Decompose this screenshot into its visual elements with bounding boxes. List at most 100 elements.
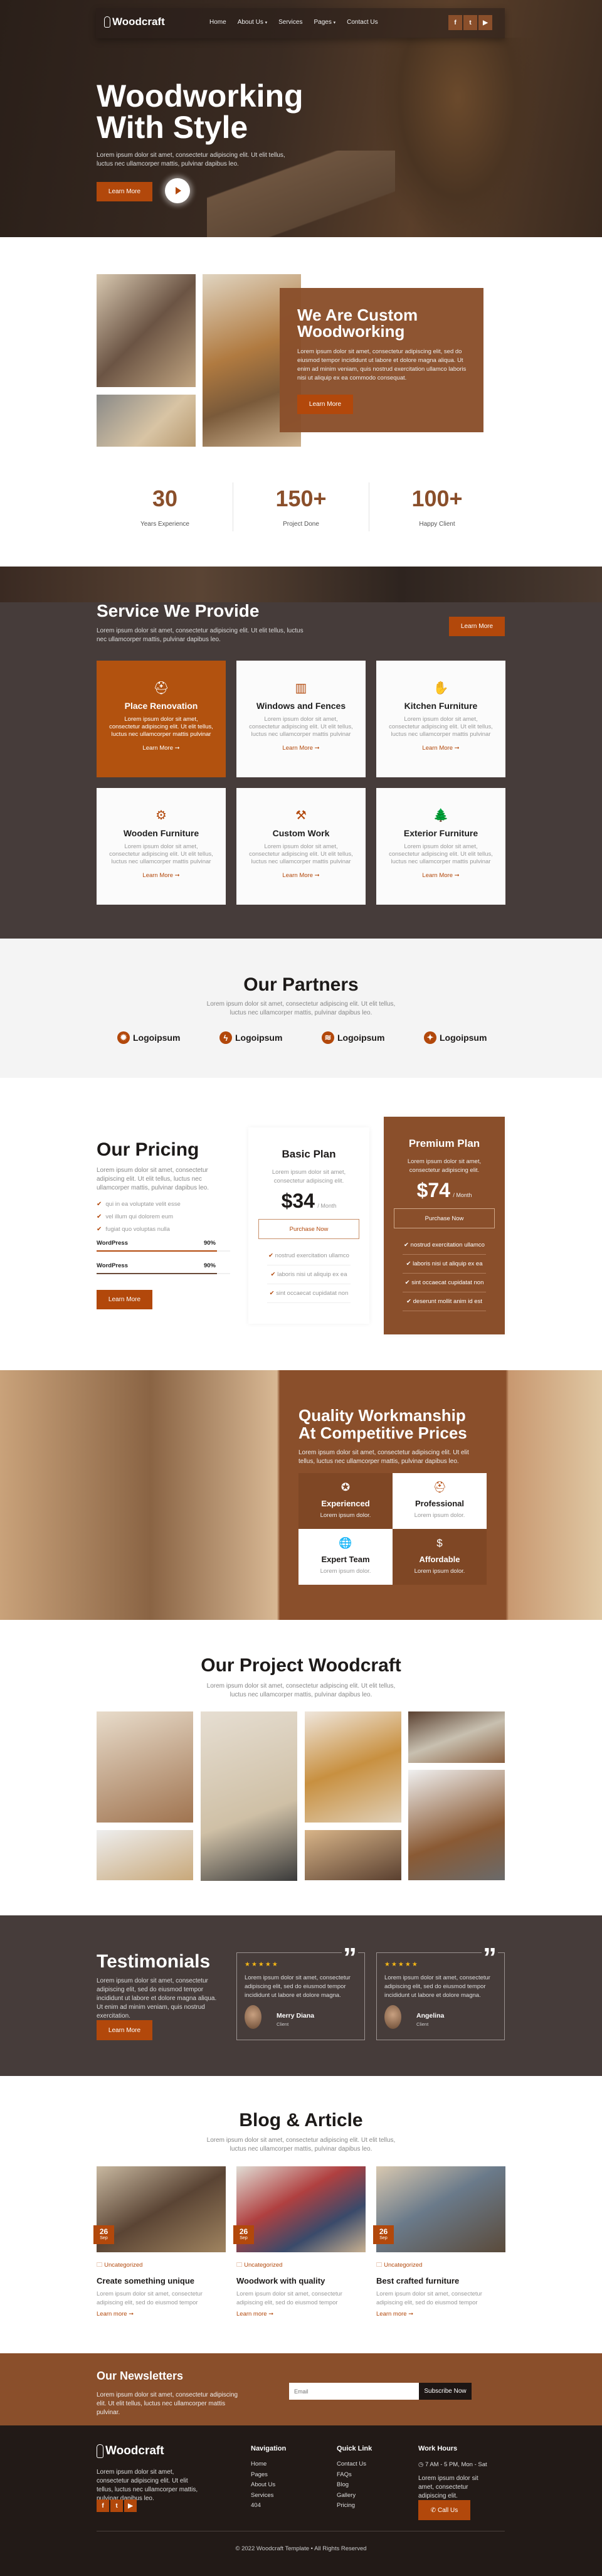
service-card[interactable]: ▥ Windows and Fences Lorem ipsum dolor sit… xyxy=(236,661,366,777)
purchase-button[interactable]: Purchase Now xyxy=(258,1219,359,1239)
youtube-icon[interactable]: ▶ xyxy=(478,15,492,30)
work-hours: ◷ 7 AM - 5 PM, Mon - Sat xyxy=(418,2461,487,2468)
navbar: Woodcraft Home About Us ▾ Services Pages ▾ C… xyxy=(96,8,505,38)
plan-feature: ✔ deserunt mollit anim id est xyxy=(403,1292,486,1311)
check-icon: ✔ xyxy=(406,1260,413,1267)
progress-fill xyxy=(97,1250,217,1252)
service-card[interactable]: ✋ Kitchen Furniture Lorem ipsum dolor sit … xyxy=(376,661,505,777)
subscribe-button[interactable]: Subscribe Now xyxy=(419,2383,472,2400)
folder-icon: 🗀 xyxy=(376,2262,384,2269)
blog-category[interactable]: 🗀 Uncategorized xyxy=(97,2260,226,2270)
footer-logo[interactable]: Woodcraft xyxy=(97,2444,164,2458)
blog-title[interactable]: Create something unique xyxy=(97,2276,226,2286)
footer-quick-link[interactable]: Blog xyxy=(337,2480,366,2491)
feature-checklist: ✔ qui in ea voluptate velit esse ✔ vel illu… xyxy=(97,1198,181,1236)
newsletter-section: Our Newsletters Lorem ipsum dolor sit am… xyxy=(0,2353,602,2425)
plan-feature: ✔ laboris nisi ut aliquip ex ea xyxy=(403,1255,486,1274)
check-icon: ✔ xyxy=(97,1201,102,1208)
quality-item: 🌐 Expert Team Lorem ipsum dolor. xyxy=(298,1529,393,1585)
testimonials-section: Testimonials Lorem ipsum dolor sit amet,… xyxy=(0,1915,602,2076)
premium-plan-card: Premium Plan Lorem ipsum dolor sit amet,… xyxy=(384,1117,505,1334)
services-text: Lorem ipsum dolor sit amet, consectetur … xyxy=(97,627,304,643)
check-icon: ✔ xyxy=(97,1226,102,1233)
worker-icon: ⛑ xyxy=(153,681,169,695)
chevron-down-icon: ▾ xyxy=(333,21,336,25)
service-learn-more-link[interactable]: Learn More ➞ xyxy=(376,872,505,879)
service-learn-more-link[interactable]: Learn More ➞ xyxy=(236,872,366,879)
work-hours-text: Lorem ipsum dolor sit amet, consectetur … xyxy=(418,2475,478,2499)
service-card[interactable]: 🌲 Exterior Furniture Lorem ipsum dolor sit… xyxy=(376,788,505,905)
footer-nav-link[interactable]: Home xyxy=(251,2459,275,2470)
project-image[interactable] xyxy=(305,1711,401,1823)
project-image[interactable] xyxy=(201,1711,297,1881)
footer-nav-link[interactable]: 404 xyxy=(251,2501,275,2511)
work-hours-heading: Work Hours xyxy=(418,2445,458,2452)
service-card[interactable]: ⚒ Custom Work Lorem ipsum dolor sit amet, … xyxy=(236,788,366,905)
blog-category[interactable]: 🗀 Uncategorized xyxy=(236,2260,366,2270)
logo[interactable]: Woodcraft xyxy=(104,16,165,28)
facebook-icon[interactable]: f xyxy=(448,15,462,30)
footer-quick-link[interactable]: Pricing xyxy=(337,2501,366,2511)
project-image[interactable] xyxy=(305,1830,401,1880)
partner-logo[interactable]: ≋ Logoipsum xyxy=(322,1031,384,1044)
blog-image[interactable] xyxy=(376,2166,505,2252)
service-learn-more-link[interactable]: Learn More ➞ xyxy=(376,745,505,752)
blog-learn-more-link[interactable]: Learn more ➞ xyxy=(97,2311,226,2318)
email-input[interactable] xyxy=(289,2383,419,2400)
service-card[interactable]: ⛑ Place Renovation Lorem ipsum dolor sit a… xyxy=(97,661,226,777)
project-image[interactable] xyxy=(97,1830,193,1880)
date-badge: 26 Sep xyxy=(233,2225,254,2244)
nav-item[interactable]: Home xyxy=(209,19,226,26)
project-image[interactable] xyxy=(408,1711,505,1763)
nav-item[interactable]: About Us ▾ xyxy=(238,19,267,26)
facebook-icon[interactable]: f xyxy=(97,2499,109,2512)
footer: Woodcraft Lorem ipsum dolor sit amet, co… xyxy=(0,2425,602,2576)
partner-logo[interactable]: ϟ Logoipsum xyxy=(219,1031,282,1044)
footer-nav-link[interactable]: Pages xyxy=(251,2470,275,2481)
pricing-section: Our Pricing Lorem ipsum dolor sit amet, … xyxy=(0,1078,602,1370)
partner-logo[interactable]: ✹ Logoipsum xyxy=(117,1031,180,1044)
partner-logo[interactable]: ✦ Logoipsum xyxy=(424,1031,487,1044)
check-icon: ✔ xyxy=(404,1242,411,1248)
service-learn-more-link[interactable]: Learn More ➞ xyxy=(97,872,226,879)
youtube-icon[interactable]: ▶ xyxy=(124,2499,137,2512)
nav-item[interactable]: Contact Us xyxy=(347,19,378,26)
planks-icon: ▥ xyxy=(295,681,307,695)
services-learn-more-button[interactable]: Learn More xyxy=(449,617,505,636)
service-learn-more-link[interactable]: Learn More ➞ xyxy=(97,745,226,752)
blog-text: Lorem ipsum dolor sit amet, consectetur … xyxy=(206,2137,396,2153)
project-image[interactable] xyxy=(408,1770,505,1880)
pricing-learn-more-button[interactable]: Learn More xyxy=(97,1290,152,1309)
footer-social-links: f t ▶ xyxy=(97,2499,138,2512)
about-learn-more-button[interactable]: Learn More xyxy=(297,395,353,414)
avatar xyxy=(384,2005,401,2029)
hero-learn-more-button[interactable]: Learn More xyxy=(97,182,152,201)
twitter-icon[interactable]: t xyxy=(110,2499,123,2512)
service-learn-more-link[interactable]: Learn More ➞ xyxy=(236,745,366,752)
newsletter-text: Lorem ipsum dolor sit amet, consectetur … xyxy=(97,2392,238,2416)
blog-title[interactable]: Best crafted furniture xyxy=(376,2276,505,2286)
footer-nav-link[interactable]: Services xyxy=(251,2491,275,2501)
service-card[interactable]: ⚙ Wooden Furniture Lorem ipsum dolor sit a… xyxy=(97,788,226,905)
purchase-button[interactable]: Purchase Now xyxy=(394,1208,495,1228)
progress-track xyxy=(97,1273,230,1274)
blog-image[interactable] xyxy=(97,2166,226,2252)
call-us-button[interactable]: ✆ Call Us xyxy=(418,2500,470,2520)
play-video-button[interactable] xyxy=(165,178,190,203)
blog-learn-more-link[interactable]: Learn more ➞ xyxy=(376,2311,505,2318)
footer-quick-link[interactable]: FAQs xyxy=(337,2470,366,2481)
blog-learn-more-link[interactable]: Learn more ➞ xyxy=(236,2311,366,2318)
twitter-icon[interactable]: t xyxy=(463,15,477,30)
project-image[interactable] xyxy=(97,1711,193,1823)
star-logo-icon: ✦ xyxy=(424,1031,436,1044)
footer-quick-link[interactable]: Contact Us xyxy=(337,2459,366,2470)
blog-category[interactable]: 🗀 Uncategorized xyxy=(376,2260,505,2270)
nav-item[interactable]: Pages ▾ xyxy=(314,19,335,26)
nav-item[interactable]: Services xyxy=(278,19,302,26)
testimonials-learn-more-button[interactable]: Learn More xyxy=(97,2020,152,2040)
blog-title[interactable]: Woodwork with quality xyxy=(236,2276,366,2286)
footer-nav-link[interactable]: About Us xyxy=(251,2480,275,2491)
blog-image[interactable] xyxy=(236,2166,366,2252)
services-title: Service We Provide xyxy=(97,601,260,620)
footer-quick-link[interactable]: Gallery xyxy=(337,2491,366,2501)
